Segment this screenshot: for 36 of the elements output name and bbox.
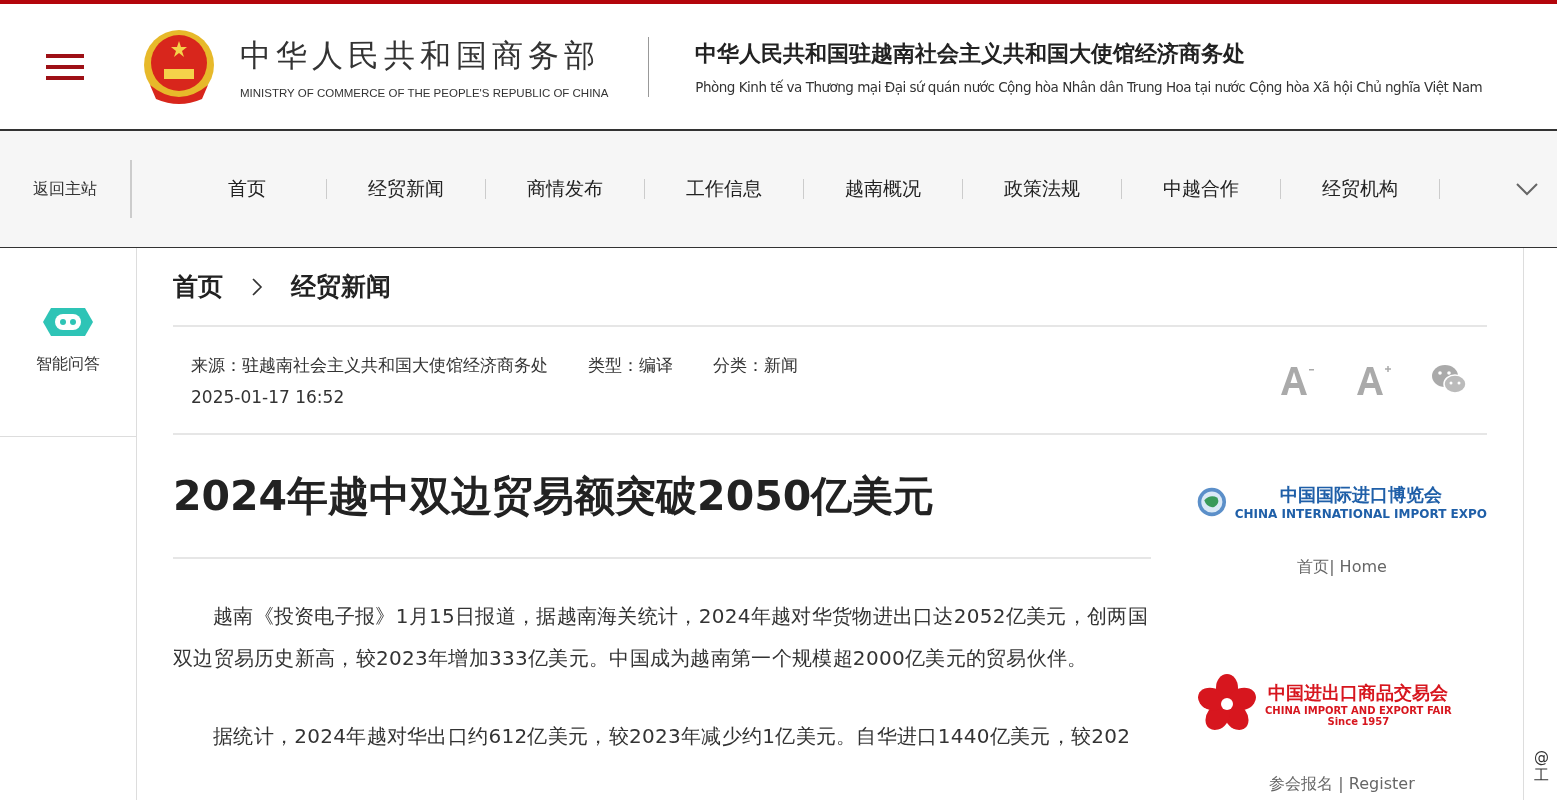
nav-item[interactable]: 政策法规	[963, 176, 1121, 202]
nav-item[interactable]: 经贸新闻	[327, 176, 485, 202]
type-label: 类型：编译	[588, 353, 673, 377]
category-label: 分类：新闻	[713, 353, 798, 377]
nav-item[interactable]: 越南概况	[804, 176, 962, 202]
menu-icon[interactable]	[46, 51, 84, 82]
article-paragraph: 据统计，2024年越对华出口约612亿美元，较2023年减少约1亿美元。自华进口1440亿美元，较202	[212, 723, 1132, 750]
ministry-title: 中华人民共和国商务部	[240, 35, 601, 75]
logo-text: 中国进出口商品交易会	[1268, 681, 1449, 705]
article-title: 2024年越中双边贸易额突破2050亿美元	[173, 435, 1151, 559]
office-title: 中华人民共和国驻越南社会主义共和国大使馆经济商务处	[695, 39, 1247, 68]
logo-text: 中国国际进口博览会	[1279, 483, 1442, 507]
nav-item[interactable]: 首页	[168, 176, 326, 202]
edge-text: @	[1534, 748, 1550, 766]
nav-item[interactable]: 经贸机构	[1281, 176, 1439, 202]
chevron-right-icon	[251, 276, 263, 297]
source-label: 来源：驻越南社会主义共和国大使馆经济商务处	[191, 353, 548, 377]
edge-text: 工	[1534, 766, 1550, 785]
article-paragraph: 越南《投资电子报》1月15日报道，据越南海关统计，2024年越对华货物进出口达2052亿美元，创两国双边贸易历史新高，较2023年增加333亿美元。中国成为越南第一个规模超2000亿美元的贸易伙伴。	[173, 603, 1149, 672]
logo-text: Since 1957	[1327, 716, 1390, 727]
logo-text: CHINA INTERNATIONAL IMPORT EXPO	[1234, 507, 1487, 521]
chevron-down-icon[interactable]	[1516, 182, 1538, 196]
home-link[interactable]: 首页| Home	[1297, 557, 1387, 578]
ministry-subtitle: MINISTRY OF COMMERCE OF THE PEOPLE'S REPUBLIC OF CHINA	[240, 86, 609, 99]
register-link[interactable]: 参会报名 | Register	[1269, 774, 1415, 795]
nav-item[interactable]: 工作信息	[645, 176, 803, 202]
back-link[interactable]: 返回主站	[0, 178, 130, 200]
breadcrumb-link[interactable]: 经贸新闻	[291, 270, 391, 303]
publish-date: 2025-01-17 16:52	[191, 386, 346, 407]
emblem-icon	[142, 28, 216, 105]
logo-text: CHINA IMPORT AND EXPORT FAIR	[1265, 705, 1452, 716]
office-subtitle: Phòng Kinh tế va Thương mại Đại sứ quán nước Cộng hòa Nhân dân Trung Hoa tại nước Cộng hòa Xã hội Chủ nghĩa Việt Nam	[695, 78, 1483, 95]
breadcrumb-link[interactable]: 首页	[173, 270, 223, 303]
nav-item[interactable]: 商情发布	[486, 176, 644, 202]
font-increase-icon[interactable]	[1355, 363, 1391, 397]
nav-item[interactable]: 中越合作	[1122, 176, 1280, 202]
